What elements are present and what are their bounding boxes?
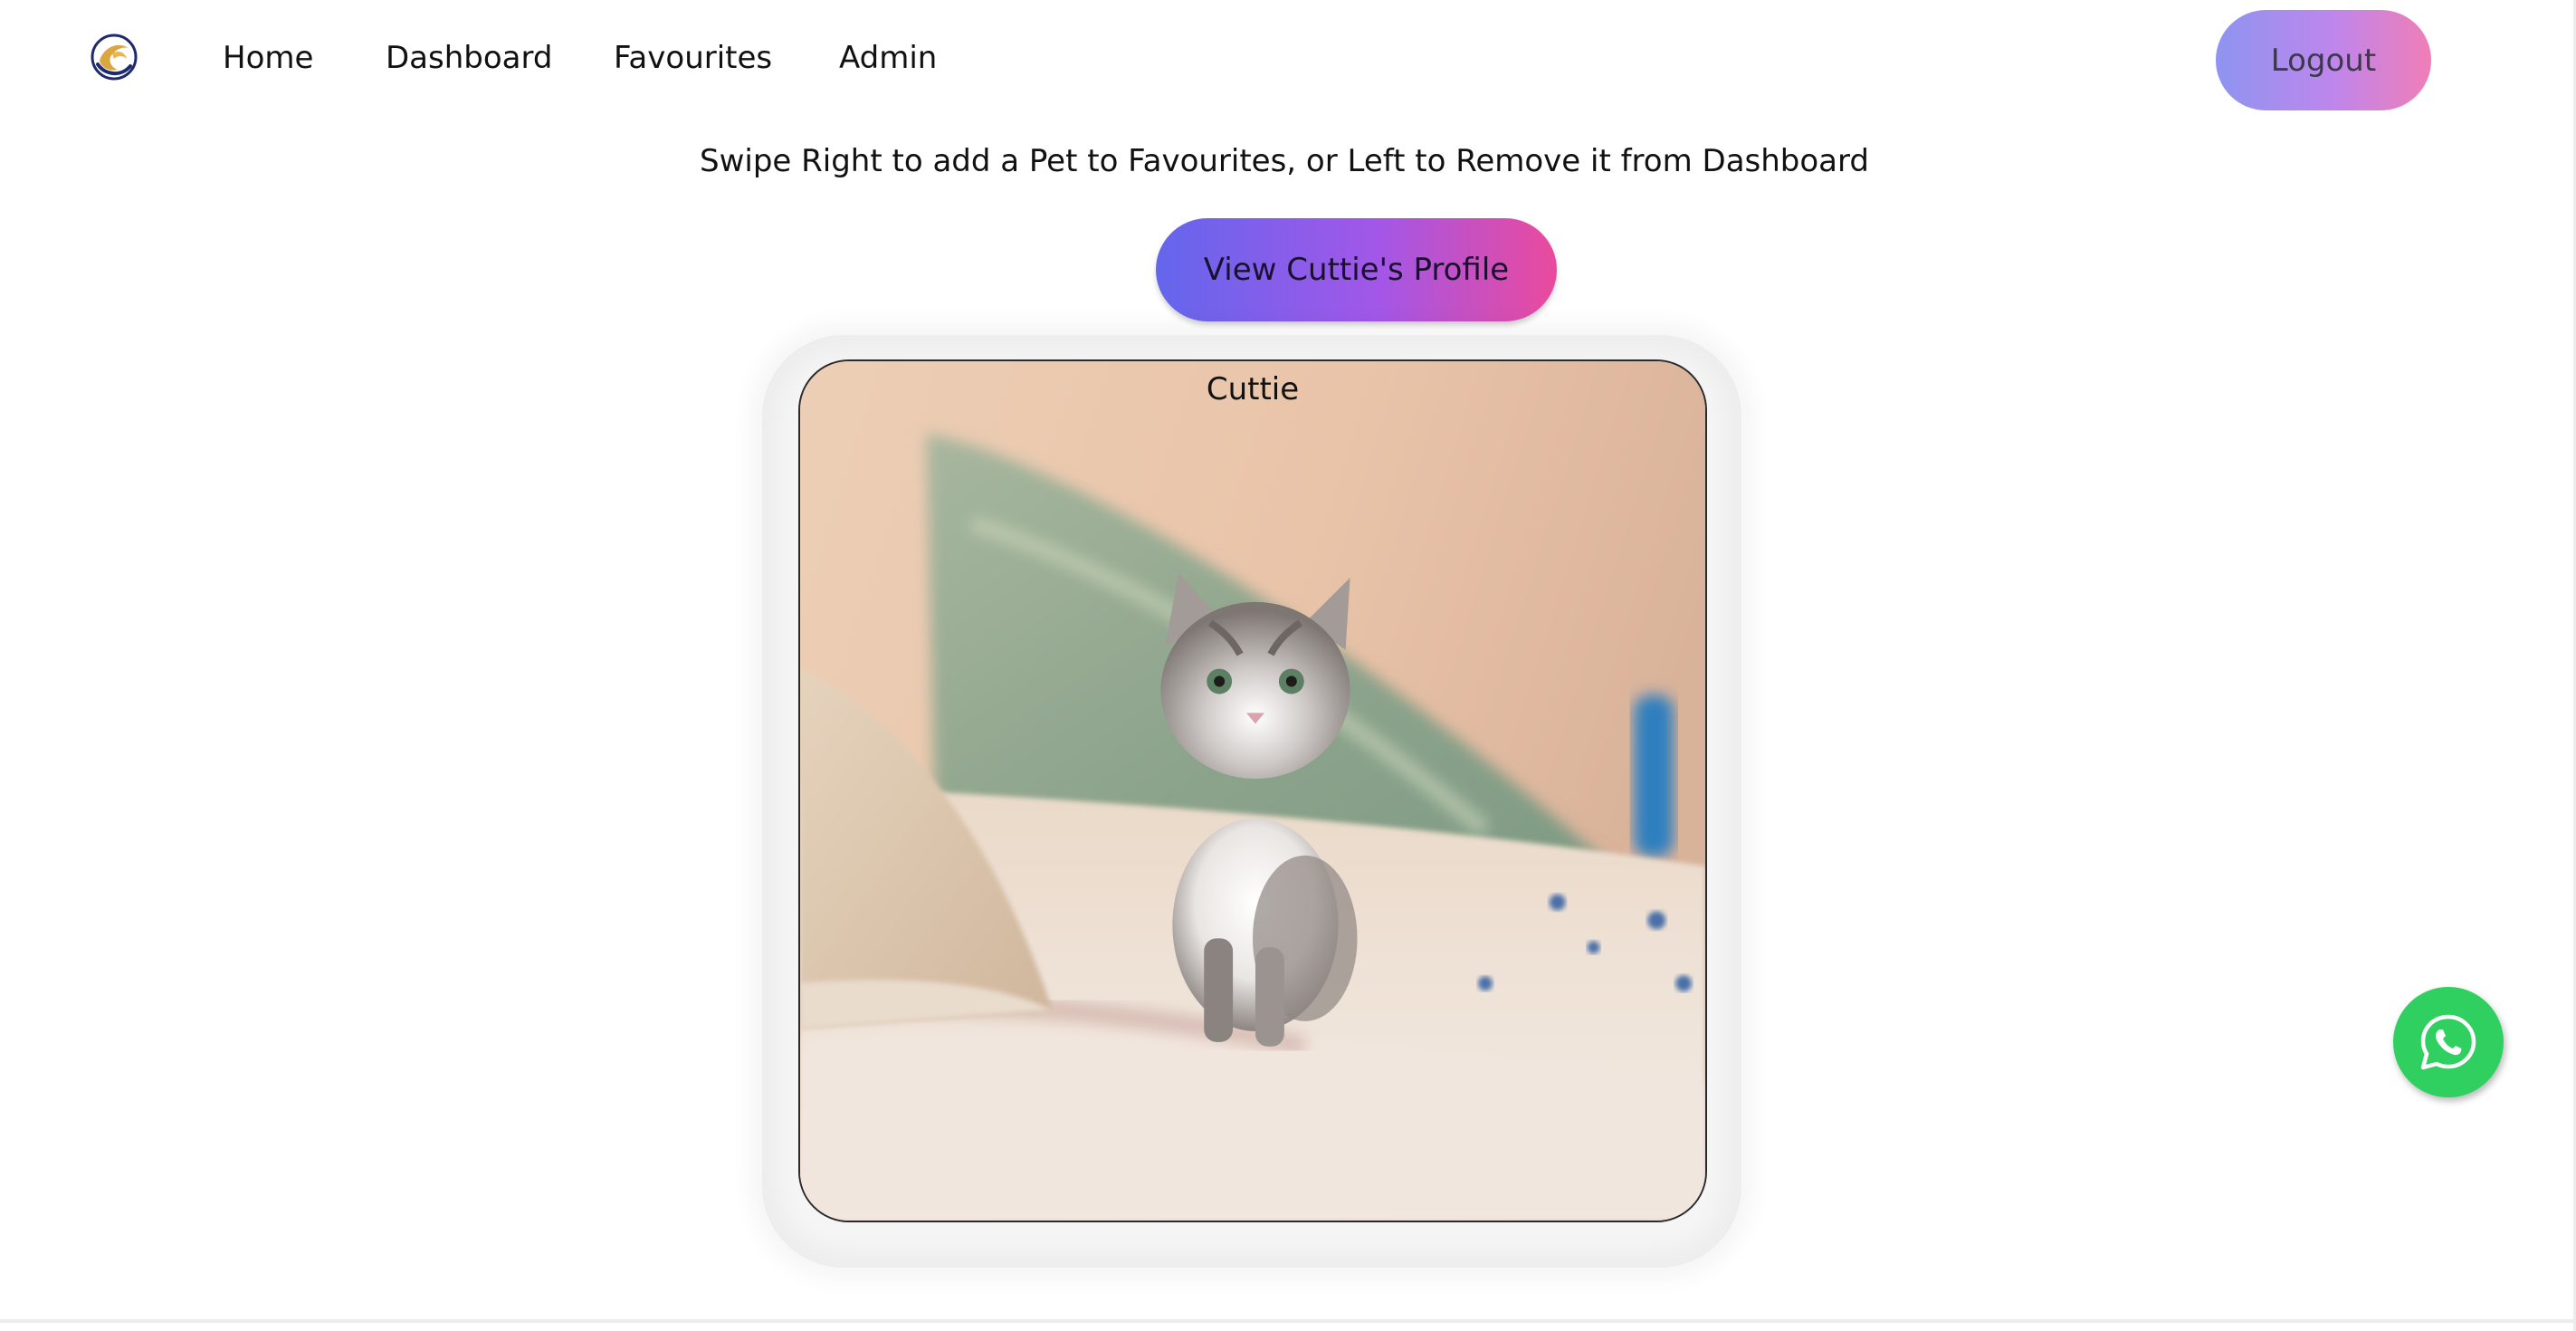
nav-dashboard-link[interactable]: Dashboard (386, 40, 552, 76)
view-profile-button-label: View Cuttie's Profile (1203, 252, 1510, 288)
nav-admin-link[interactable]: Admin (839, 40, 937, 76)
nav-favourites-link[interactable]: Favourites (614, 40, 772, 76)
view-profile-button[interactable]: View Cuttie's Profile (1156, 218, 1557, 321)
pet-photo (800, 361, 1705, 1221)
logout-button[interactable]: Logout (2216, 10, 2431, 110)
app-page: Home Dashboard Favourites Admin Logout S… (0, 0, 2576, 1331)
whatsapp-chat-button[interactable] (2393, 987, 2504, 1097)
globe-logo-icon[interactable] (91, 34, 138, 81)
nav-home-link[interactable]: Home (223, 40, 313, 76)
pet-name-label: Cuttie (1206, 371, 1300, 407)
whatsapp-icon (2420, 1014, 2476, 1070)
logout-button-label: Logout (2270, 42, 2377, 79)
swipe-instruction-text: Swipe Right to add a Pet to Favourites, … (700, 143, 1869, 179)
top-navbar: Home Dashboard Favourites Admin Logout (0, 0, 2573, 121)
pet-swipe-card[interactable]: Cuttie (798, 359, 1707, 1222)
page-bottom-divider (0, 1319, 2573, 1323)
